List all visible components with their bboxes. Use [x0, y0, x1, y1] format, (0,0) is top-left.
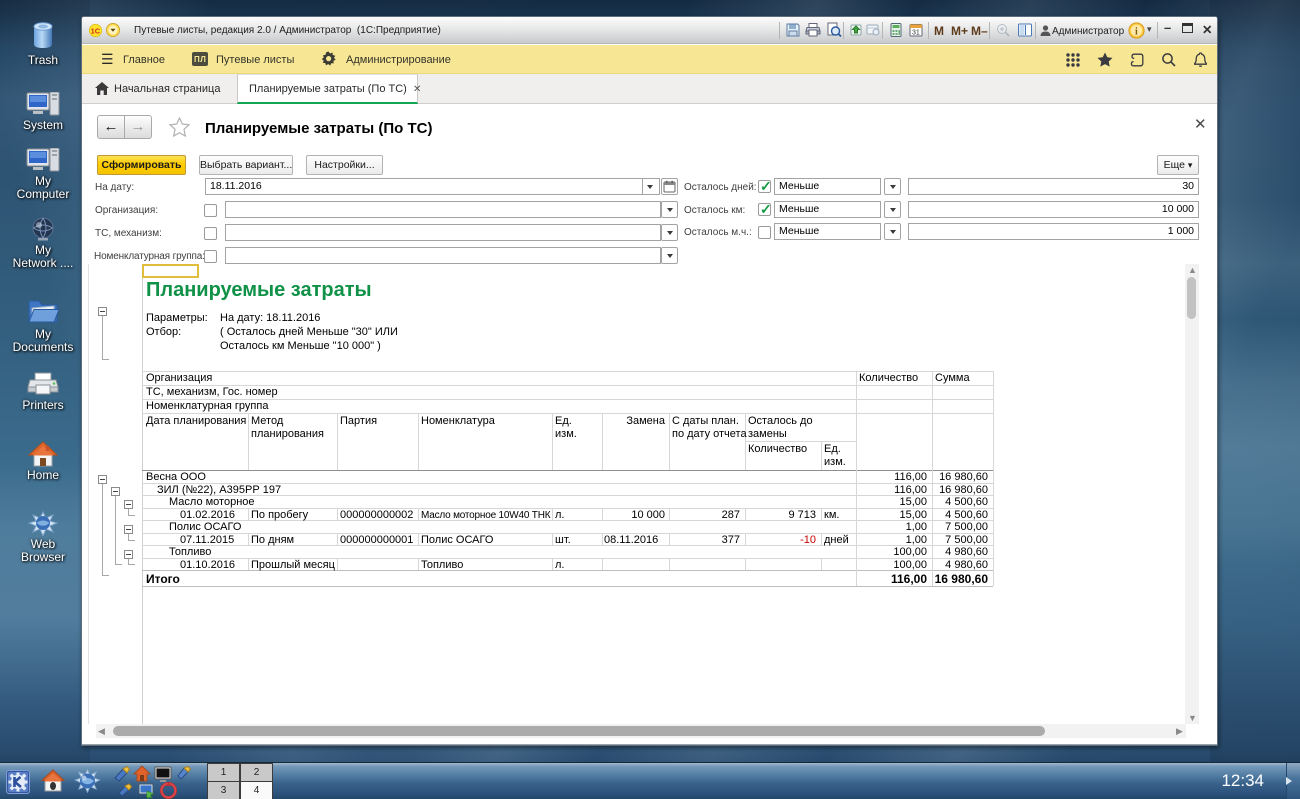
- svg-text:i: i: [1135, 27, 1138, 38]
- svg-text:1C: 1C: [91, 27, 101, 36]
- svg-text:31: 31: [912, 30, 920, 37]
